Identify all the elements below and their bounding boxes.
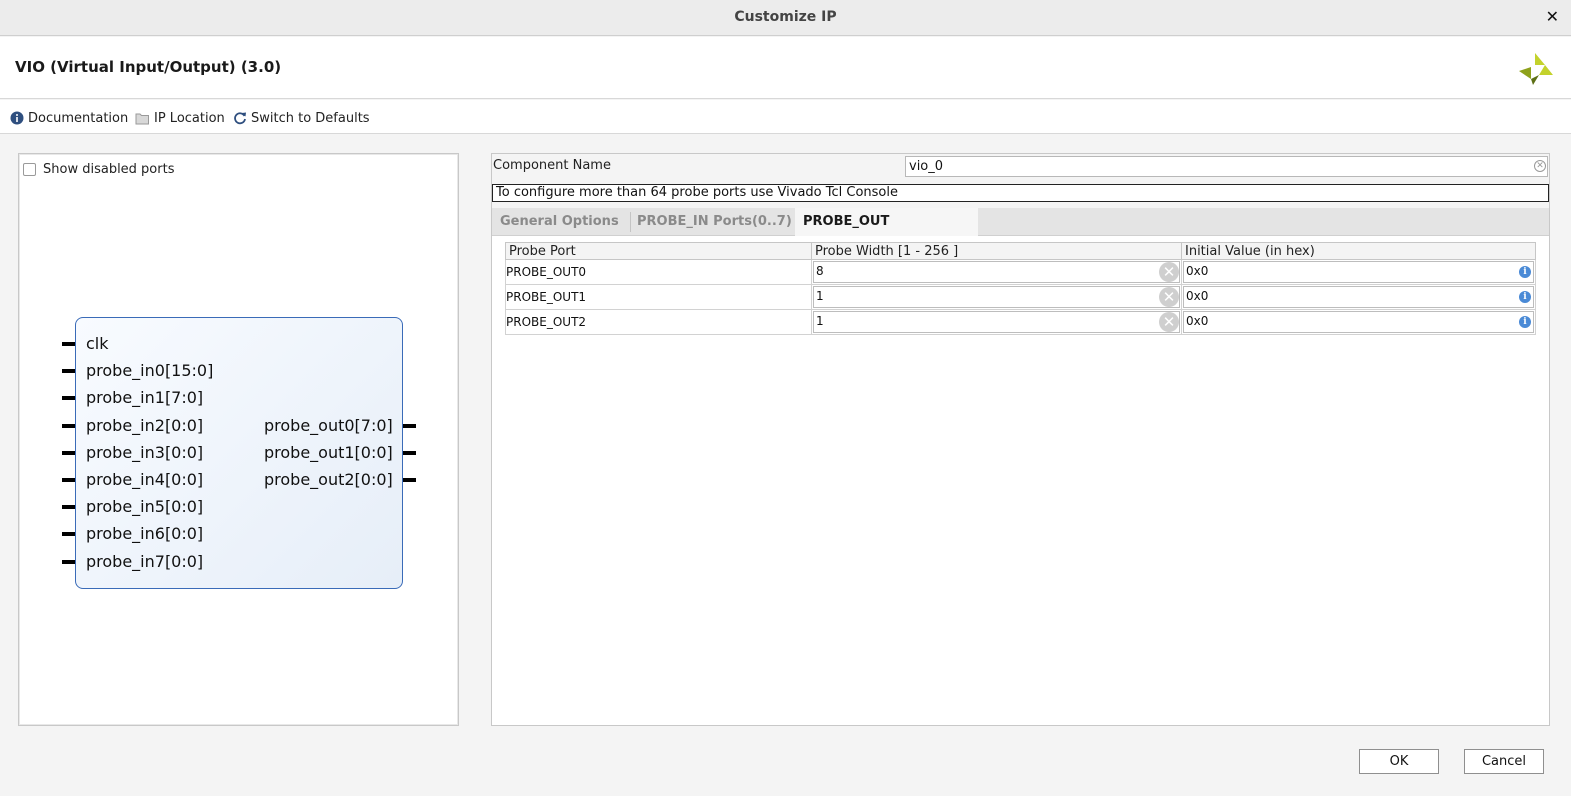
input-pin-stub [62, 342, 75, 346]
cancel-button[interactable]: Cancel [1464, 749, 1544, 774]
output-pin-label: probe_out1[0:0] [264, 442, 393, 462]
show-disabled-ports-checkbox[interactable]: Show disabled ports [23, 162, 174, 177]
probe-width-cell: 8 ✕ [811, 259, 1182, 285]
probe-port-cell: PROBE_OUT1 [505, 284, 812, 310]
input-pin-label: probe_in6[0:0] [86, 524, 204, 544]
probe-port-cell: PROBE_OUT0 [505, 259, 812, 285]
input-pin-stub [62, 478, 75, 482]
probe-port-cell: PROBE_OUT2 [505, 309, 812, 335]
input-pin-stub [62, 423, 75, 428]
folder-icon [135, 113, 149, 124]
probe-width-cell: 1 ✕ [811, 284, 1182, 310]
info-icon[interactable]: i [1519, 316, 1531, 328]
output-pin-stub [403, 450, 416, 455]
input-pin-label: clk [86, 334, 109, 353]
ip-location-label: IP Location [154, 110, 225, 126]
input-pin-label: probe_in1[7:0] [86, 388, 204, 408]
probe-width-input[interactable]: 8 [813, 261, 1180, 283]
xilinx-logo-icon [1519, 53, 1553, 85]
table-row: PROBE_OUT1 1 ✕ 0x0 i [505, 284, 1536, 310]
clear-icon[interactable]: ✕ [1534, 160, 1546, 172]
table-row: PROBE_OUT0 8 ✕ 0x0 i [505, 259, 1536, 285]
initial-value-cell: 0x0 i [1181, 309, 1536, 335]
close-icon[interactable]: ✕ [1546, 7, 1559, 26]
initial-value-input[interactable]: 0x0 [1183, 311, 1534, 333]
info-icon[interactable]: i [1519, 266, 1531, 278]
tab-bar: General Options PROBE_IN Ports(0..7) PRO… [492, 208, 1549, 257]
output-pin-label: probe_out0[7:0] [264, 415, 393, 435]
component-name-input[interactable] [905, 156, 1548, 177]
input-pin-label: probe_in0[15:0] [86, 361, 214, 381]
checkbox-box[interactable] [23, 163, 36, 176]
input-pin-stub [62, 450, 75, 455]
window-titlebar: Customize IP ✕ [0, 0, 1571, 36]
documentation-button[interactable]: Documentation [10, 110, 128, 126]
refresh-icon [234, 112, 246, 125]
input-pin-stub [62, 369, 75, 374]
switch-defaults-label: Switch to Defaults [251, 110, 370, 126]
table-row: PROBE_OUT2 1 ✕ 0x0 i [505, 309, 1536, 335]
column-header-probe-width: Probe Width [1 - 256 ] [811, 242, 1182, 260]
input-pin-label: probe_in3[0:0] [86, 442, 204, 462]
initial-value-input[interactable]: 0x0 [1183, 261, 1534, 283]
initial-value-cell: 0x0 i [1181, 284, 1536, 310]
input-pin-stub [62, 505, 75, 510]
column-header-probe-port: Probe Port [505, 242, 812, 260]
show-disabled-ports-label: Show disabled ports [43, 162, 175, 177]
probe-out-table: Probe Port Probe Width [1 - 256 ] Initia… [505, 242, 1536, 335]
input-pin-label: probe_in7[0:0] [86, 551, 204, 571]
probe-width-input[interactable]: 1 [813, 286, 1180, 308]
input-pin-label: probe_in4[0:0] [86, 470, 204, 489]
tab-general-options[interactable]: General Options [492, 208, 627, 236]
info-message: To configure more than 64 probe ports us… [492, 184, 1549, 202]
clear-icon[interactable]: ✕ [1159, 287, 1179, 307]
input-pin-stub [62, 559, 75, 564]
clear-icon[interactable]: ✕ [1159, 312, 1179, 332]
probe-width-cell: 1 ✕ [811, 309, 1182, 335]
clear-icon[interactable]: ✕ [1159, 262, 1179, 282]
ip-header: VIO (Virtual Input/Output) (3.0) [0, 37, 1571, 99]
ip-title: VIO (Virtual Input/Output) (3.0) [15, 58, 282, 76]
info-icon [10, 111, 24, 125]
ip-location-button[interactable]: IP Location [135, 110, 225, 126]
column-header-initial-value: Initial Value (in hex) [1181, 242, 1536, 260]
initial-value-input[interactable]: 0x0 [1183, 286, 1534, 308]
tab-probe-out-ports[interactable]: PROBE_OUT Ports(0..2) [795, 208, 978, 257]
window-title: Customize IP [734, 9, 837, 25]
probe-width-input[interactable]: 1 [813, 311, 1180, 333]
tab-probe-in-ports[interactable]: PROBE_IN Ports(0..7) [629, 208, 800, 236]
input-pin-label: probe_in5[0:0] [86, 497, 204, 517]
input-pin-stub [62, 396, 75, 401]
output-pin-stub [403, 478, 416, 482]
output-pin-label: probe_out2[0:0] [264, 470, 393, 489]
ok-button[interactable]: OK [1359, 749, 1439, 774]
switch-defaults-button[interactable]: Switch to Defaults [233, 110, 370, 126]
component-name-label: Component Name [493, 158, 611, 173]
input-pin-label: probe_in2[0:0] [86, 415, 204, 435]
toolbar: Documentation IP Location Switch to Defa… [0, 100, 1571, 134]
output-pin-stub [403, 423, 416, 428]
initial-value-cell: 0x0 i [1181, 259, 1536, 285]
documentation-label: Documentation [28, 110, 129, 126]
info-icon[interactable]: i [1519, 291, 1531, 303]
input-pin-stub [62, 532, 75, 537]
